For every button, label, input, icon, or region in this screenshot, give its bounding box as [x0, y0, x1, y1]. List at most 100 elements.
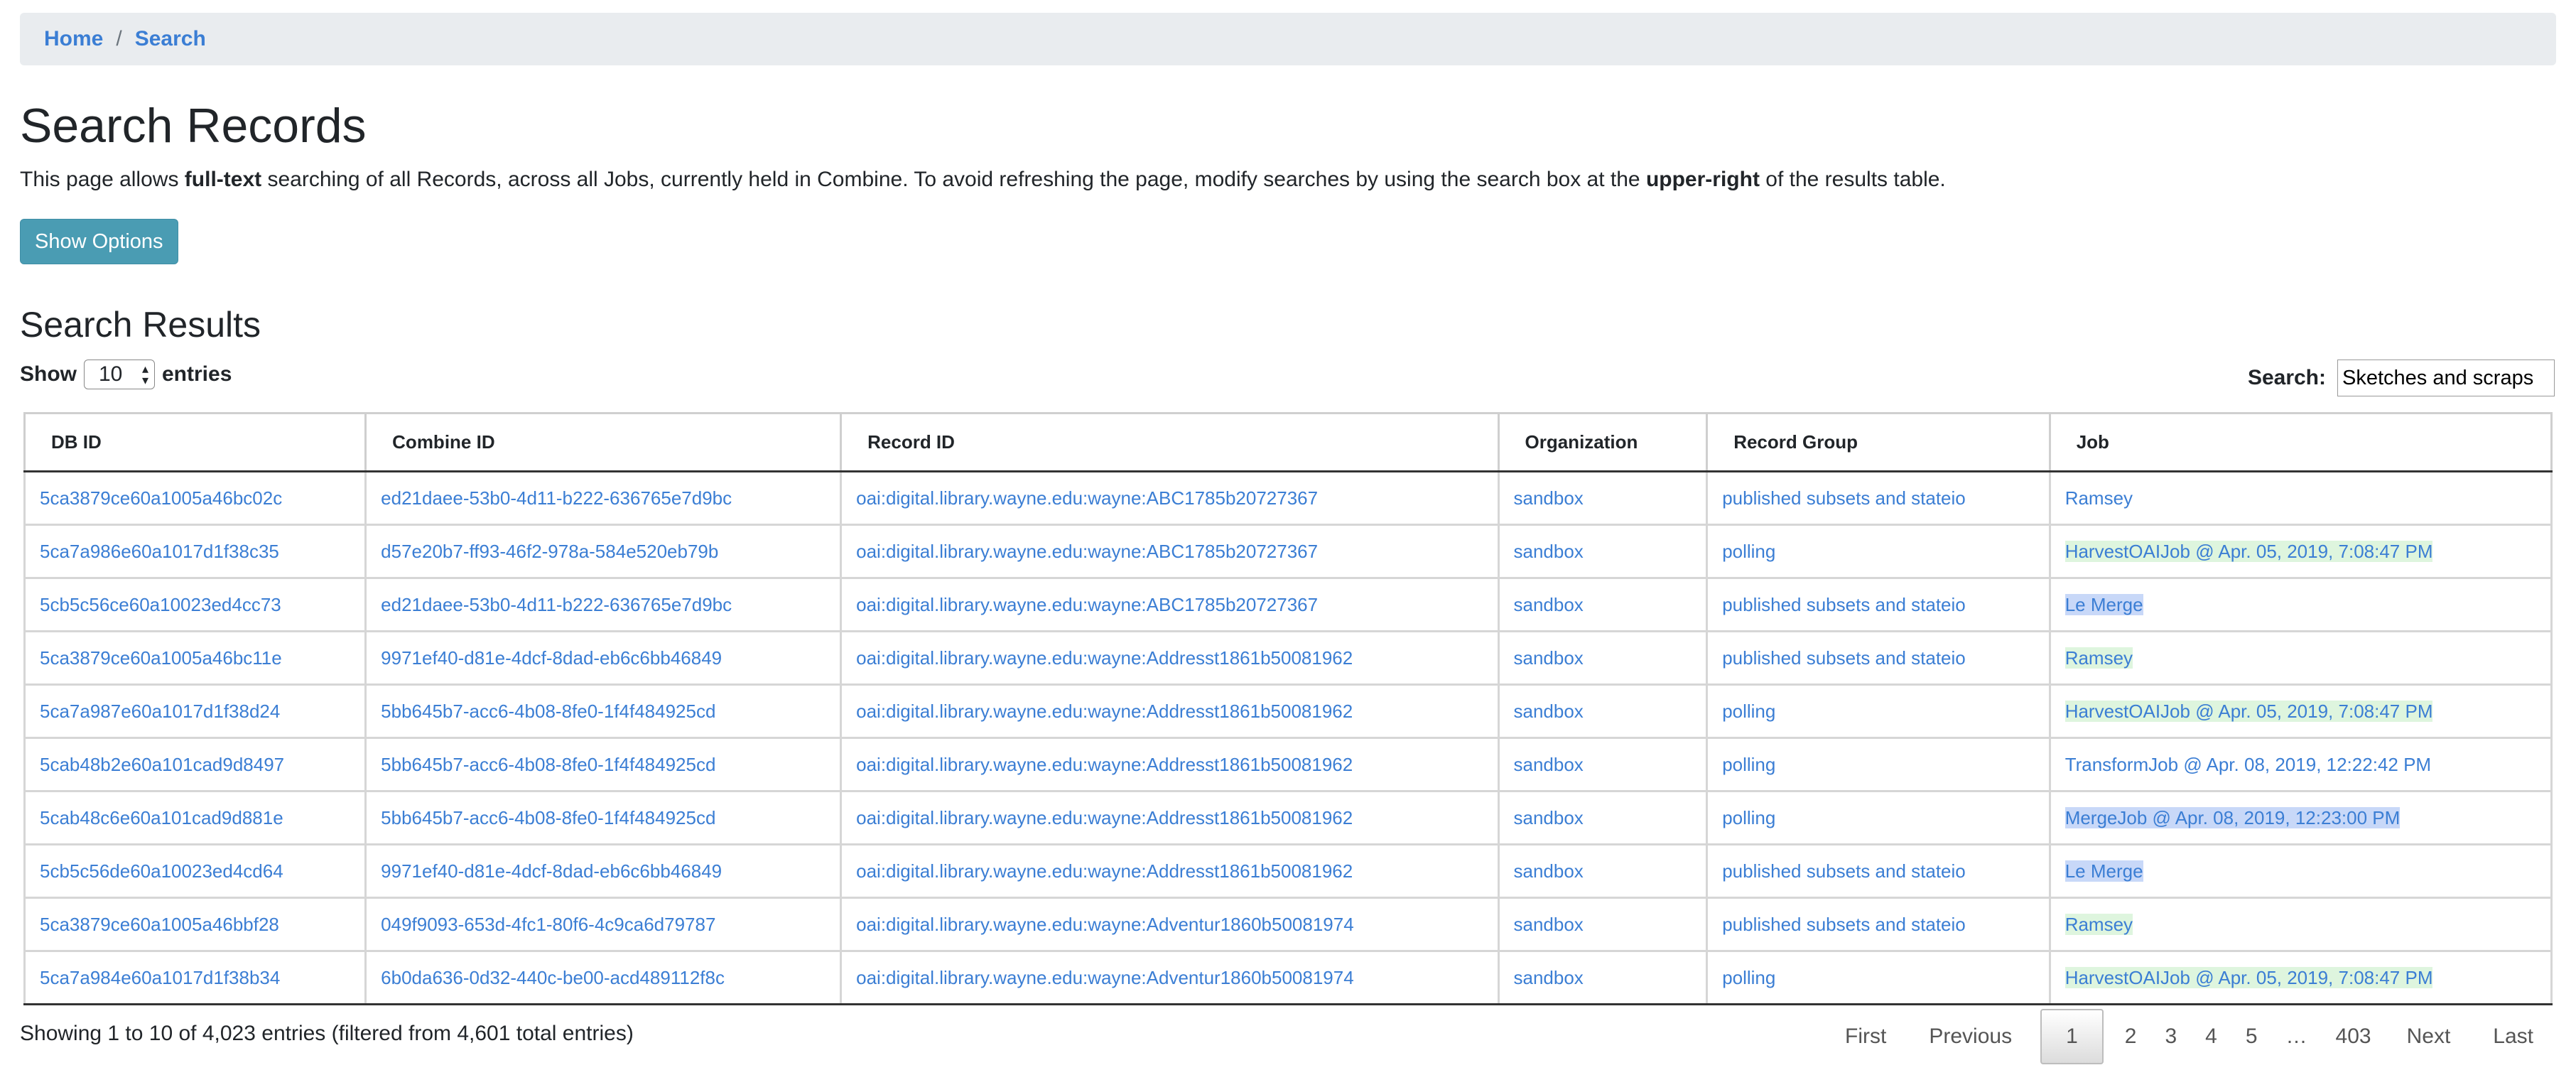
page-button-4[interactable]: 4	[2191, 1010, 2231, 1063]
cell-record-group-link[interactable]: published subsets and stateio	[1722, 594, 1966, 615]
intro-part-1: This page allows	[20, 168, 185, 191]
cell-organization-link[interactable]: sandbox	[1514, 967, 1584, 988]
cell-organization-link[interactable]: sandbox	[1514, 701, 1584, 722]
cell-combine-id-link[interactable]: d57e20b7-ff93-46f2-978a-584e520eb79b	[381, 541, 718, 562]
page-previous-button[interactable]: Previous	[1907, 1010, 2033, 1063]
cell-job-link[interactable]: Ramsey	[2065, 487, 2133, 509]
cell-record-id: oai:digital.library.wayne.edu:wayne:ABC1…	[840, 577, 1500, 632]
search-input[interactable]	[2337, 360, 2555, 396]
cell-record-group-link[interactable]: polling	[1722, 541, 1775, 562]
cell-record-group-link[interactable]: polling	[1722, 967, 1775, 988]
table-row: 5cab48c6e60a101cad9d881e 5bb645b7-acc6-4b…	[23, 790, 2553, 845]
cell-db-id-link[interactable]: 5ca7a984e60a1017d1f38b34	[40, 967, 280, 988]
cell-organization: sandbox	[1497, 737, 1709, 792]
cell-record-id: oai:digital.library.wayne.edu:wayne:Adve…	[840, 897, 1500, 952]
show-options-button[interactable]: Show Options	[20, 219, 178, 264]
cell-organization: sandbox	[1497, 897, 1709, 952]
cell-record-id-link[interactable]: oai:digital.library.wayne.edu:wayne:Addr…	[856, 807, 1353, 828]
cell-organization-link[interactable]: sandbox	[1514, 807, 1584, 828]
cell-combine-id-link[interactable]: 5bb645b7-acc6-4b08-8fe0-1f4f484925cd	[381, 807, 715, 828]
cell-record-id-link[interactable]: oai:digital.library.wayne.edu:wayne:Addr…	[856, 647, 1353, 669]
cell-combine-id-link[interactable]: 5bb645b7-acc6-4b08-8fe0-1f4f484925cd	[381, 754, 715, 775]
cell-job-link[interactable]: HarvestOAIJob @ Apr. 05, 2019, 7:08:47 P…	[2064, 540, 2433, 562]
cell-combine-id-link[interactable]: 6b0da636-0d32-440c-be00-acd489112f8c	[381, 967, 725, 988]
cell-record-group-link[interactable]: polling	[1722, 807, 1775, 828]
cell-record-id-link[interactable]: oai:digital.library.wayne.edu:wayne:ABC1…	[856, 594, 1318, 615]
cell-record-id-link[interactable]: oai:digital.library.wayne.edu:wayne:ABC1…	[856, 487, 1318, 509]
cell-combine-id: 5bb645b7-acc6-4b08-8fe0-1f4f484925cd	[364, 737, 843, 792]
cell-combine-id-link[interactable]: 9971ef40-d81e-4dcf-8dad-eb6c6bb46849	[381, 860, 722, 882]
breadcrumb-home-link[interactable]: Home	[44, 27, 103, 51]
cell-job-link[interactable]: HarvestOAIJob @ Apr. 05, 2019, 7:08:47 P…	[2064, 966, 2433, 988]
cell-job-link[interactable]: Ramsey	[2064, 647, 2133, 669]
cell-db-id-link[interactable]: 5cb5c56ce60a10023ed4cc73	[40, 594, 281, 615]
cell-organization: sandbox	[1497, 790, 1709, 845]
cell-organization-link[interactable]: sandbox	[1514, 487, 1584, 509]
cell-db-id-link[interactable]: 5cab48c6e60a101cad9d881e	[40, 807, 283, 828]
cell-organization-link[interactable]: sandbox	[1514, 541, 1584, 562]
cell-record-group-link[interactable]: polling	[1722, 701, 1775, 722]
column-header-combine-id[interactable]: Combine ID	[364, 412, 843, 472]
cell-combine-id-link[interactable]: ed21daee-53b0-4d11-b222-636765e7d9bc	[381, 594, 732, 615]
cell-record-group-link[interactable]: published subsets and stateio	[1722, 487, 1966, 509]
page-first-button[interactable]: First	[1824, 1010, 1907, 1063]
cell-record-id-link[interactable]: oai:digital.library.wayne.edu:wayne:Adve…	[856, 967, 1354, 988]
page-button-5[interactable]: 5	[2231, 1010, 2272, 1063]
cell-job: Ramsey	[2048, 897, 2553, 952]
cell-record-id-link[interactable]: oai:digital.library.wayne.edu:wayne:ABC1…	[856, 541, 1318, 562]
entries-length-select[interactable]: 10 ▴ ▾	[84, 360, 155, 389]
page-next-button[interactable]: Next	[2386, 1010, 2472, 1063]
cell-job: Ramsey	[2048, 630, 2553, 686]
column-header-record-group[interactable]: Record Group	[1706, 412, 2051, 472]
cell-organization-link[interactable]: sandbox	[1514, 914, 1584, 935]
page-button-last-number[interactable]: 403	[2322, 1010, 2386, 1063]
cell-db-id-link[interactable]: 5cb5c56de60a10023ed4cd64	[40, 860, 283, 882]
cell-db-id-link[interactable]: 5ca3879ce60a1005a46bc11e	[40, 647, 282, 669]
cell-record-group-link[interactable]: polling	[1722, 754, 1775, 775]
cell-record-id-link[interactable]: oai:digital.library.wayne.edu:wayne:Addr…	[856, 860, 1353, 882]
cell-job: HarvestOAIJob @ Apr. 05, 2019, 7:08:47 P…	[2048, 524, 2553, 579]
cell-record-group-link[interactable]: published subsets and stateio	[1722, 647, 1966, 669]
table-row: 5ca3879ce60a1005a46bc11e 9971ef40-d81e-4d…	[23, 630, 2553, 686]
cell-record-id-link[interactable]: oai:digital.library.wayne.edu:wayne:Addr…	[856, 754, 1353, 775]
cell-db-id-link[interactable]: 5ca7a986e60a1017d1f38c35	[40, 541, 279, 562]
page-button-1[interactable]: 1	[2040, 1009, 2104, 1064]
cell-job-link[interactable]: Le Merge	[2064, 860, 2143, 882]
cell-organization: sandbox	[1497, 630, 1709, 686]
column-header-organization[interactable]: Organization	[1497, 412, 1709, 472]
cell-job-link[interactable]: Le Merge	[2064, 593, 2143, 615]
cell-job-link[interactable]: MergeJob @ Apr. 08, 2019, 12:23:00 PM	[2064, 806, 2401, 828]
cell-organization-link[interactable]: sandbox	[1514, 754, 1584, 775]
cell-combine-id-link[interactable]: 9971ef40-d81e-4dcf-8dad-eb6c6bb46849	[381, 647, 722, 669]
cell-combine-id: 9971ef40-d81e-4dcf-8dad-eb6c6bb46849	[364, 843, 843, 899]
intro-part-2: searching of all Records, across all Job…	[261, 168, 1646, 191]
cell-record-id: oai:digital.library.wayne.edu:wayne:ABC1…	[840, 470, 1500, 526]
cell-combine-id-link[interactable]: 5bb645b7-acc6-4b08-8fe0-1f4f484925cd	[381, 701, 715, 722]
page-button-2[interactable]: 2	[2111, 1010, 2151, 1063]
cell-db-id-link[interactable]: 5ca3879ce60a1005a46bc02c	[40, 487, 282, 509]
page-button-3[interactable]: 3	[2150, 1010, 2191, 1063]
column-header-db-id[interactable]: DB ID	[23, 412, 367, 472]
cell-record-group: published subsets and stateio	[1706, 897, 2051, 952]
cell-job-link[interactable]: HarvestOAIJob @ Apr. 05, 2019, 7:08:47 P…	[2064, 700, 2433, 722]
cell-db-id-link[interactable]: 5ca7a987e60a1017d1f38d24	[40, 701, 280, 722]
cell-organization-link[interactable]: sandbox	[1514, 647, 1584, 669]
entries-length-control: Show 10 ▴ ▾ entries	[20, 360, 232, 389]
cell-db-id-link[interactable]: 5cab48b2e60a101cad9d8497	[40, 754, 284, 775]
cell-record-group-link[interactable]: published subsets and stateio	[1722, 914, 1966, 935]
cell-db-id: 5ca3879ce60a1005a46bbf28	[23, 897, 367, 952]
cell-job-link[interactable]: TransformJob @ Apr. 08, 2019, 12:22:42 P…	[2065, 754, 2431, 775]
column-header-job[interactable]: Job	[2048, 412, 2553, 472]
page-last-button[interactable]: Last	[2472, 1010, 2555, 1063]
cell-organization-link[interactable]: sandbox	[1514, 594, 1584, 615]
cell-record-id-link[interactable]: oai:digital.library.wayne.edu:wayne:Addr…	[856, 701, 1353, 722]
cell-db-id-link[interactable]: 5ca3879ce60a1005a46bbf28	[40, 914, 279, 935]
cell-organization-link[interactable]: sandbox	[1514, 860, 1584, 882]
breadcrumb-search-link[interactable]: Search	[135, 27, 206, 51]
cell-job-link[interactable]: Ramsey	[2064, 913, 2133, 935]
cell-record-id-link[interactable]: oai:digital.library.wayne.edu:wayne:Adve…	[856, 914, 1354, 935]
column-header-record-id[interactable]: Record ID	[840, 412, 1500, 472]
cell-combine-id-link[interactable]: 049f9093-653d-4fc1-80f6-4c9ca6d79787	[381, 914, 715, 935]
cell-combine-id-link[interactable]: ed21daee-53b0-4d11-b222-636765e7d9bc	[381, 487, 732, 509]
cell-record-group-link[interactable]: published subsets and stateio	[1722, 860, 1966, 882]
